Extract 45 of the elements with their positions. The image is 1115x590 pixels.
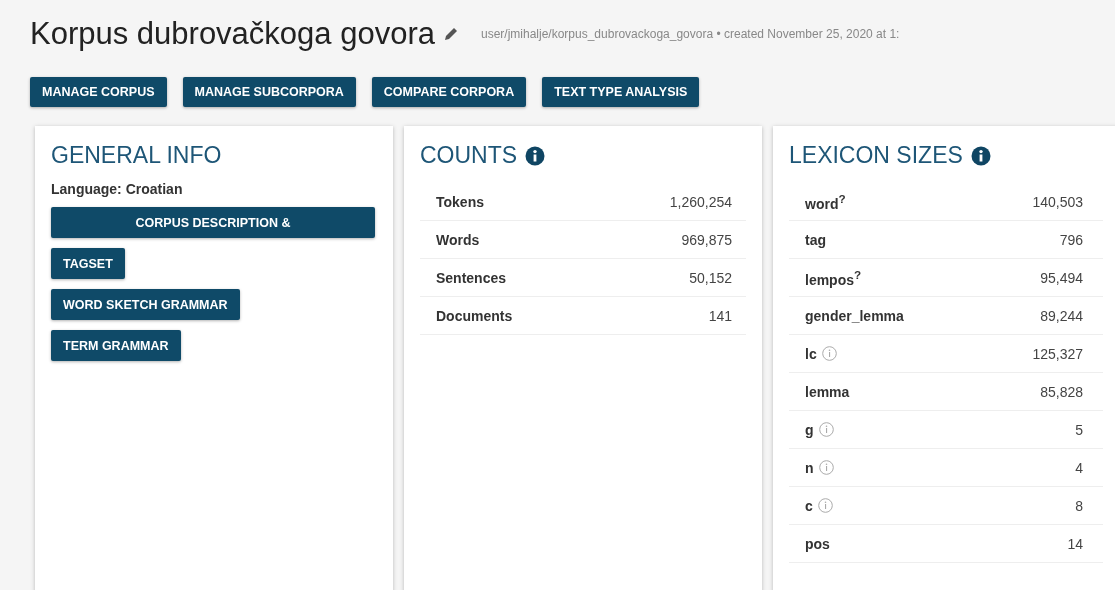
info-icon[interactable]	[970, 145, 991, 166]
card-heading: LEXICON SIZES	[789, 142, 963, 169]
count-value: 1,260,254	[669, 193, 732, 210]
attribute-label: c	[805, 497, 813, 514]
attribute-label: pos	[805, 535, 830, 552]
lexicon-value: 14	[1067, 535, 1083, 552]
action-button[interactable]: MANAGE CORPUS	[30, 77, 167, 107]
count-label: Documents	[436, 307, 513, 324]
card-heading: GENERAL INFO	[51, 142, 223, 169]
attribute-label: g	[805, 421, 814, 438]
count-label: Sentences	[436, 269, 507, 286]
info-button[interactable]: TERM GRAMMAR	[51, 330, 181, 361]
lexicon-value: 8	[1075, 497, 1083, 514]
language-label: Language: Croatian	[51, 181, 184, 197]
attribute-label: word$^{?}$	[805, 191, 846, 212]
count-value: 969,875	[681, 231, 732, 248]
lexicon-value: 89,244	[1040, 307, 1083, 324]
lexicon-value: 140,503	[1032, 193, 1083, 210]
count-label: Words	[436, 231, 480, 248]
lexicon-value: 95,494	[1040, 269, 1083, 286]
attribute-label: gender_lemma	[805, 307, 904, 324]
attribute-label: lc	[805, 345, 817, 362]
info-button[interactable]: TAGSET	[51, 248, 125, 279]
count-label: Tokens	[436, 193, 484, 210]
edit-icon[interactable]	[443, 26, 459, 42]
action-button[interactable]: MANAGE SUBCORPORA	[182, 77, 356, 107]
info-button[interactable]: CORPUS DESCRIPTION &	[51, 207, 375, 238]
attribute-label: n	[805, 459, 814, 476]
count-value: 141	[708, 307, 732, 324]
attribute-label: lemma	[805, 383, 850, 400]
lexicon-value: 125,327	[1032, 345, 1083, 362]
info-icon[interactable]	[525, 145, 546, 166]
action-button[interactable]: COMPARE CORPORA	[371, 77, 527, 107]
corpus-title: Korpus dubrovačkoga govora	[30, 16, 435, 52]
count-value: 50,152	[689, 269, 732, 286]
lexicon-value: 796	[1059, 231, 1083, 248]
action-button[interactable]: TEXT TYPE ANALYSIS	[542, 77, 700, 107]
info-button[interactable]: WORD SKETCH GRAMMAR	[51, 289, 240, 320]
corpus-meta: user/jmihalje/korpus_dubrovackoga_govora • created November 25, 2020 at 1:	[481, 27, 900, 41]
lexicon-value: 5	[1075, 421, 1083, 438]
lexicon-value: 85,828	[1040, 383, 1083, 400]
card-heading: COUNTS	[420, 142, 518, 169]
attribute-label: lempos$^{?}$	[805, 267, 862, 288]
attribute-label: tag	[805, 231, 826, 248]
lexicon-value: 4	[1075, 459, 1083, 476]
